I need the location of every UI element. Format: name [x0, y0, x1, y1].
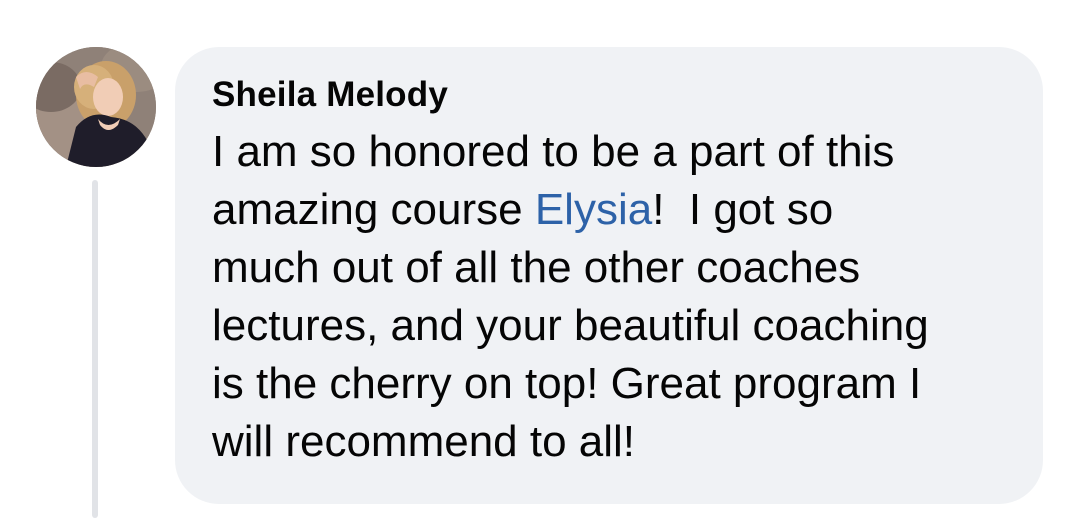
comment-line: is the cherry on top! Great program I	[212, 359, 922, 408]
mention-link[interactable]: Elysia	[535, 185, 652, 234]
comment-author-name[interactable]: Sheila Melody	[212, 73, 1043, 117]
comment-bubble: Sheila Melody I am so honored to be a pa…	[175, 47, 1043, 504]
comment-line: amazing course Elysia! I got so	[212, 181, 1043, 239]
comment-line: I am so honored to be a part of this	[212, 127, 895, 176]
comment-text-segment: amazing course	[212, 185, 535, 234]
comment-text-segment: ! I got so	[652, 185, 834, 234]
comment-text: I am so honored to be a part of this ama…	[212, 123, 1043, 471]
comment-thread: Sheila Melody I am so honored to be a pa…	[0, 0, 1080, 518]
comment-line: lectures, and your beautiful coaching	[212, 301, 929, 350]
profile-photo-icon	[36, 47, 156, 167]
comment-line: much out of all the other coaches	[212, 243, 861, 292]
comment-line: will recommend to all!	[212, 417, 636, 466]
thread-line	[92, 180, 98, 518]
avatar[interactable]	[36, 47, 156, 167]
